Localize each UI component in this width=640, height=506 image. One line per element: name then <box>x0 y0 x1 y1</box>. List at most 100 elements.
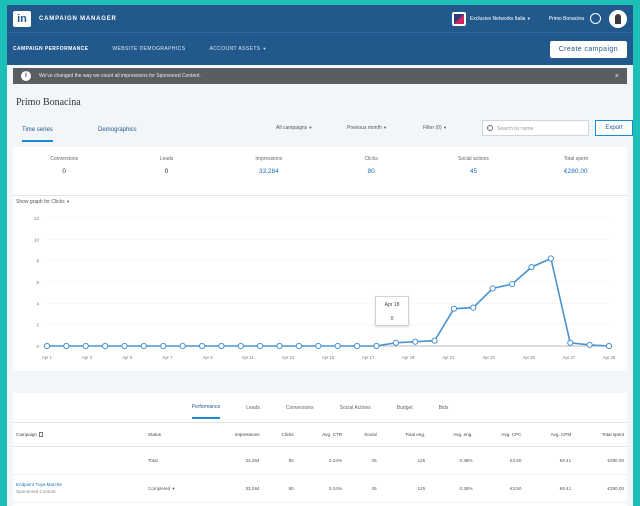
chevron-down-icon: ▼ <box>262 46 267 51</box>
data-point <box>295 342 303 350</box>
app-title: CAMPAIGN MANAGER <box>39 15 117 22</box>
data-point <box>489 285 496 292</box>
campaign-filter[interactable]: All campaigns ▼ <box>276 125 313 131</box>
table-cell: 0.38% <box>428 474 476 503</box>
metric-label: Social actions <box>458 156 489 162</box>
column-header[interactable]: Avg. CTR <box>296 423 346 447</box>
tooltip-value: 0 <box>390 316 394 322</box>
x-tick-label: Apr 1 <box>42 355 53 360</box>
table-cell: 125 <box>379 474 429 503</box>
data-point <box>431 337 438 344</box>
column-header[interactable]: Social <box>345 423 380 447</box>
campaign-table: Campaign Status Impressions Clicks Avg. … <box>13 423 627 503</box>
table-cell: 0.24% <box>296 474 346 503</box>
metrics-summary: Conversions 0 Leads 0 Impressions 33,284… <box>13 147 627 195</box>
metric-value: 45 <box>469 168 478 175</box>
tab-time-series[interactable]: Time series <box>22 127 53 142</box>
campaign-type: Sponsored Content <box>16 489 56 494</box>
tab-leads[interactable]: Leads <box>246 398 260 418</box>
data-point <box>121 342 128 350</box>
x-tick-label: Apr 15 <box>322 355 335 360</box>
table-cell: €280.00 <box>574 446 627 475</box>
export-button[interactable]: Export <box>595 120 633 136</box>
table-cell: €3.50 <box>475 446 525 475</box>
search-input[interactable]: Search by name <box>482 120 589 136</box>
campaign-name-link[interactable]: Endpoint Tuya Marche <box>16 482 142 487</box>
x-tick-label: Apr 27 <box>563 355 576 360</box>
metric-impressions[interactable]: Impressions 33,284 <box>218 147 320 195</box>
nav-account-assets[interactable]: ACCOUNT ASSETS ▼ <box>209 46 266 52</box>
tab-bids[interactable]: Bids <box>439 398 449 418</box>
account-name: Exclusive Networks Italia <box>470 15 526 22</box>
metric-label: Total spent <box>563 156 588 162</box>
tab-demographics[interactable]: Demographics <box>98 127 137 133</box>
table-cell: 0.24% <box>296 446 346 475</box>
x-tick-label: Apr 5 <box>122 355 133 360</box>
series-line <box>47 257 610 347</box>
column-header[interactable]: Status <box>145 423 205 447</box>
metric-label: Leads <box>159 156 174 162</box>
metric-total-spent[interactable]: Total spent €280.00 <box>525 147 627 195</box>
info-icon: i <box>21 71 31 81</box>
data-point <box>315 342 322 350</box>
nav-campaign-performance[interactable]: CAMPAIGN PERFORMANCE <box>13 46 88 52</box>
data-point <box>160 342 167 350</box>
x-tick-label: Apr 21 <box>442 355 455 360</box>
tab-social-actions[interactable]: Social Actions <box>340 398 371 418</box>
table-cell: 45 <box>345 446 380 475</box>
metric-social-actions[interactable]: Social actions 45 <box>422 147 524 195</box>
table-cell: €8.41 <box>524 474 575 503</box>
tab-budget[interactable]: Budget <box>397 398 413 418</box>
banner-text: We've changed the way we count all impre… <box>39 73 201 79</box>
column-header[interactable]: Total spent <box>574 423 627 447</box>
create-campaign-button[interactable]: Create campaign <box>549 40 627 58</box>
x-tick-label: Apr 17 <box>362 355 375 360</box>
column-header[interactable]: Avg. eng. <box>428 423 476 447</box>
sort-icon[interactable] <box>38 431 43 437</box>
data-point <box>82 342 89 350</box>
metric-value: 33,284 <box>258 168 279 175</box>
account-switcher[interactable]: Exclusive Networks Italia ▼ <box>470 16 531 22</box>
status-label: Completed <box>148 485 171 491</box>
top-bar: in CAMPAIGN MANAGER Exclusive Networks I… <box>7 5 633 32</box>
date-range-filter[interactable]: Previous month ▼ <box>347 125 387 131</box>
filter-dropdown[interactable]: Filter (0) ▼ <box>423 125 447 131</box>
column-header-campaign[interactable]: Campaign <box>13 423 145 447</box>
y-tick-label: 0 <box>36 344 39 349</box>
linkedin-logo[interactable]: in <box>13 10 31 27</box>
x-tick-label: Apr 25 <box>523 355 536 360</box>
table-cell: 33,284 <box>205 446 263 475</box>
close-icon[interactable]: × <box>615 73 619 80</box>
info-banner: i We've changed the way we count all imp… <box>13 68 627 84</box>
data-point <box>140 342 147 350</box>
column-header[interactable]: Avg. CPM <box>524 423 575 447</box>
app-window: in CAMPAIGN MANAGER Exclusive Networks I… <box>7 5 633 506</box>
avatar[interactable] <box>609 9 627 28</box>
clicks-line-chart: 0 2 4 6 8 10 12 Apr 1 Apr 3 Apr 5 Apr 7 Apr 9 Apr 11… <box>34 216 616 360</box>
column-header[interactable]: Avg. CPC <box>475 423 525 447</box>
page-header: Primo Bonacina Time series Demographics … <box>13 87 633 147</box>
tab-performance[interactable]: Performance <box>191 397 221 419</box>
column-header[interactable]: Clicks <box>262 423 297 447</box>
tab-conversions[interactable]: Conversions <box>286 398 314 418</box>
chart-tooltip: Apr 18 0 <box>375 296 409 326</box>
user-name[interactable]: Primo Bonacina <box>549 16 584 22</box>
help-icon[interactable] <box>590 13 601 24</box>
status-dropdown[interactable]: Completed ▼ <box>145 474 205 503</box>
table-cell <box>13 446 145 475</box>
metric-clicks[interactable]: Clicks 80 <box>320 147 422 195</box>
chevron-down-icon: ▼ <box>308 125 313 130</box>
column-header-label: Campaign <box>16 431 37 437</box>
metric-value: €280.00 <box>564 168 588 175</box>
column-header[interactable]: Total eng. <box>379 423 429 447</box>
metric-label: Clicks <box>364 156 378 162</box>
x-tick-label: Apr 3 <box>82 355 93 360</box>
y-tick-label: 2 <box>36 323 39 328</box>
table-cell: 80 <box>262 446 297 475</box>
search-placeholder: Search by name <box>497 126 534 132</box>
y-tick-label: 4 <box>36 301 39 306</box>
data-point <box>450 305 458 312</box>
column-header[interactable]: Impressions <box>205 423 263 447</box>
data-point <box>198 342 206 350</box>
nav-website-demographics[interactable]: WEBSITE DEMOGRAPHICS <box>112 46 185 52</box>
